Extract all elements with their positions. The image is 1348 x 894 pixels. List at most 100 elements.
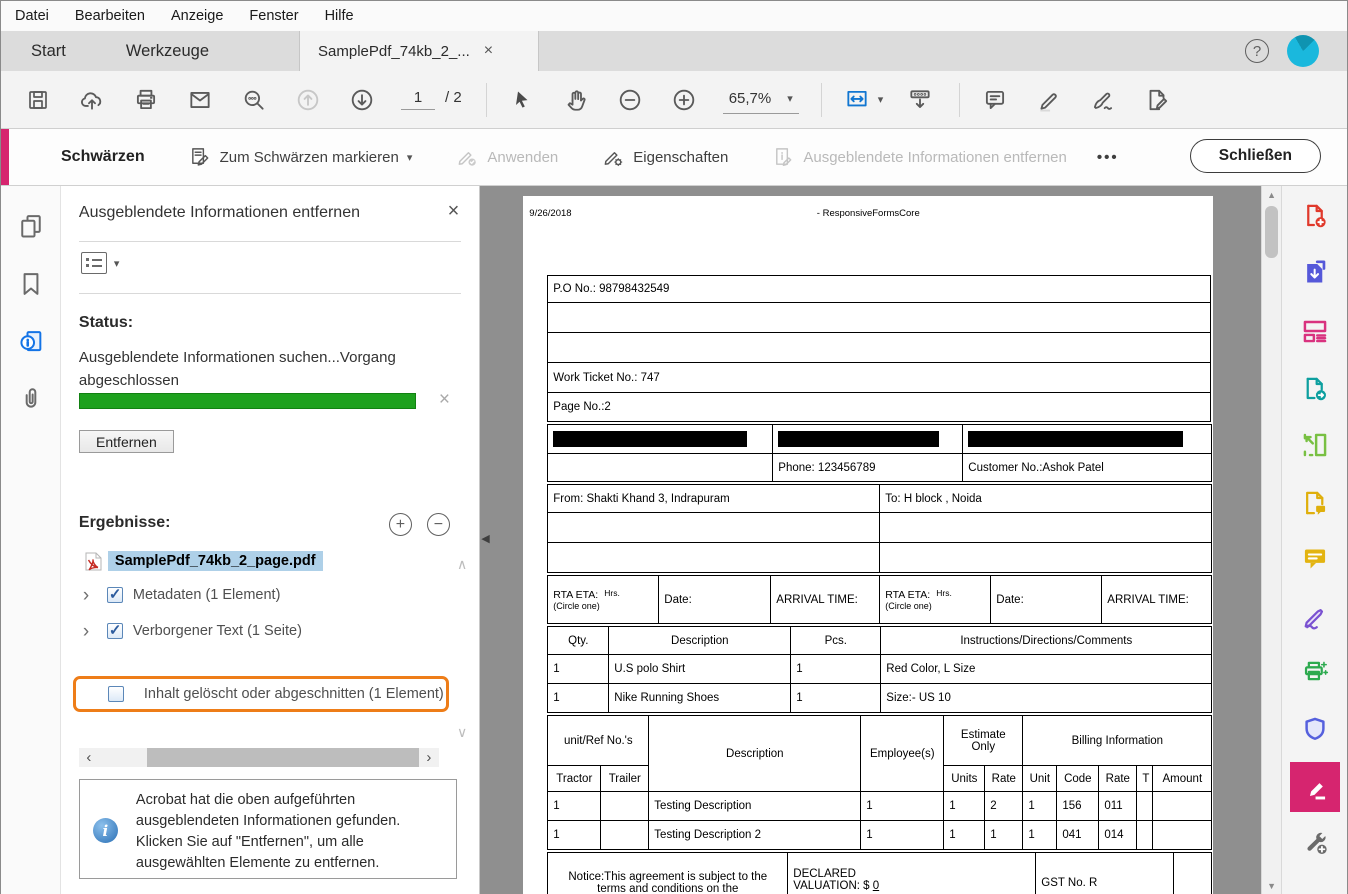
checkbox-unchecked-icon[interactable]: [108, 686, 124, 702]
tree-scroll-up-icon[interactable]: ∧: [457, 556, 467, 573]
panel-title: Ausgeblendete Informationen entfernen: [79, 204, 360, 222]
scroll-right-icon[interactable]: ›: [419, 749, 439, 766]
scroll-up-icon[interactable]: ▲: [1262, 190, 1281, 200]
scrollbar-thumb[interactable]: [1265, 206, 1278, 258]
collapse-all-icon[interactable]: −: [427, 513, 450, 536]
attachments-icon[interactable]: [17, 384, 45, 412]
redact-title: Schwärzen: [61, 148, 145, 166]
menu-bearbeiten[interactable]: Bearbeiten: [75, 8, 145, 24]
fill-sign-icon[interactable]: [1142, 85, 1172, 115]
expander-icon[interactable]: ›: [83, 586, 103, 605]
from-to-table: From: Shakti Khand 3, Indrapuram To: H b…: [547, 484, 1212, 573]
page-number-input[interactable]: 1: [401, 89, 435, 110]
result-item-hidden-text[interactable]: › Verborgener Text (1 Seite): [83, 616, 479, 646]
tree-scroll-down-icon[interactable]: ∨: [457, 724, 467, 741]
result-file-row[interactable]: SamplePdf_74kb_2_page.pdf: [85, 548, 479, 574]
empty-cell: [548, 513, 880, 543]
toolbar-divider: [486, 83, 487, 117]
protect-icon[interactable]: [1301, 715, 1329, 743]
horizontal-scrollbar[interactable]: ‹ ›: [79, 748, 439, 767]
scroll-down-icon[interactable]: ▼: [1262, 881, 1281, 891]
billing-table: unit/Ref No.'s Description Employee(s) E…: [547, 715, 1212, 850]
empty-cell: [1174, 853, 1212, 894]
chevron-down-icon[interactable]: ▾: [878, 93, 884, 106]
share-pdf-icon[interactable]: [1301, 375, 1329, 403]
menu-fenster[interactable]: Fenster: [249, 8, 298, 24]
scan-ocr-icon[interactable]: [1301, 659, 1329, 687]
page-thumbnails-icon[interactable]: [17, 212, 45, 240]
result-item-metadata[interactable]: › Metadaten (1 Element): [83, 580, 479, 610]
comment-tool-icon[interactable]: [1301, 545, 1329, 573]
scroll-left-icon[interactable]: ‹: [79, 749, 99, 766]
menu-datei[interactable]: Datei: [15, 8, 49, 24]
request-comments-icon[interactable]: [1301, 489, 1329, 517]
more-options-icon[interactable]: •••: [1097, 149, 1119, 166]
fill-sign-tool-icon[interactable]: [1301, 602, 1329, 630]
chevron-down-icon: ▾: [407, 151, 413, 164]
zoom-level-control[interactable]: 65,7% ▾: [723, 86, 799, 114]
help-icon[interactable]: ?: [1245, 39, 1269, 63]
fit-width-icon[interactable]: [842, 85, 872, 115]
mark-for-redaction-button[interactable]: Zum Schwärzen markieren ▾: [189, 146, 413, 169]
chevron-down-icon: ▾: [787, 92, 793, 105]
save-icon[interactable]: [23, 85, 53, 115]
menu-anzeige[interactable]: Anzeige: [171, 8, 223, 24]
cloud-upload-icon[interactable]: [77, 85, 107, 115]
pdf-page[interactable]: 9/26/2018 - ResponsiveFormsCore P.O No.:…: [523, 196, 1213, 894]
redact-tool-active-tile[interactable]: [1290, 762, 1340, 812]
scrolling-mode-icon[interactable]: [905, 85, 935, 115]
items-header: Instructions/Directions/Comments: [881, 627, 1212, 655]
zoom-out-icon[interactable]: [615, 85, 645, 115]
arrival-time-cell: ARRIVAL TIME:: [1102, 576, 1212, 624]
sign-icon[interactable]: [1088, 85, 1118, 115]
notice-cell: Notice:This agreement is subject to the …: [548, 853, 788, 894]
create-pdf-icon[interactable]: [1301, 202, 1329, 230]
close-tab-icon[interactable]: ×: [484, 42, 493, 60]
hidden-information-panel-icon[interactable]: [17, 328, 45, 356]
avatar[interactable]: [1287, 35, 1319, 67]
edit-pdf-icon[interactable]: [1301, 317, 1329, 345]
organize-pages-icon[interactable]: [1301, 431, 1329, 459]
billing-row: 1 Testing Description 21 11 1041 014: [548, 821, 1212, 850]
previous-page-icon[interactable]: [293, 85, 323, 115]
highlight-icon[interactable]: [1034, 85, 1064, 115]
pdf-form: P.O No.: 98798432549 Work Ticket No.: 74…: [547, 275, 1211, 894]
close-redact-button[interactable]: Schließen: [1190, 139, 1321, 173]
scrollbar-thumb[interactable]: [147, 748, 419, 767]
expand-all-icon[interactable]: +: [389, 513, 412, 536]
expander-icon[interactable]: ›: [83, 622, 103, 641]
bookmarks-icon[interactable]: [17, 270, 45, 298]
hand-tool-icon[interactable]: [561, 85, 591, 115]
redacted-cell: [773, 425, 963, 454]
document-scrollbar[interactable]: ▲ ▼: [1261, 186, 1281, 894]
items-table: Qty. Description Pcs. Instructions/Direc…: [547, 626, 1212, 713]
email-icon[interactable]: [185, 85, 215, 115]
comment-icon[interactable]: [980, 85, 1010, 115]
cancel-progress-icon[interactable]: ×: [439, 389, 450, 411]
checkbox-checked-icon[interactable]: [107, 587, 123, 603]
tab-werkzeuge[interactable]: Werkzeuge: [96, 31, 239, 71]
zoom-in-icon[interactable]: [669, 85, 699, 115]
content-area: Ausgeblendete Informationen entfernen × …: [1, 186, 1347, 894]
export-pdf-icon[interactable]: [1301, 259, 1329, 287]
results-tree: SamplePdf_74kb_2_page.pdf › Metadaten (1…: [61, 548, 479, 646]
apply-redactions-label: Anwenden: [487, 149, 558, 166]
remove-button[interactable]: Entfernen: [79, 430, 174, 453]
redaction-properties-button[interactable]: Eigenschaften: [602, 146, 728, 169]
print-icon[interactable]: [131, 85, 161, 115]
checkbox-checked-icon[interactable]: [107, 623, 123, 639]
more-tools-icon[interactable]: [1301, 828, 1329, 856]
highlighted-result-item-deleted-content[interactable]: Inhalt gelöscht oder abgeschnitten (1 El…: [73, 676, 449, 712]
page-number-cell: Page No.:2: [548, 393, 1211, 422]
scrollbar-track[interactable]: [99, 748, 419, 767]
panel-close-icon[interactable]: ×: [448, 200, 460, 223]
select-tool-icon[interactable]: [507, 85, 537, 115]
menu-hilfe[interactable]: Hilfe: [325, 8, 354, 24]
search-icon[interactable]: [239, 85, 269, 115]
customer-cell: Customer No.:Ashok Patel: [963, 454, 1212, 482]
tab-start[interactable]: Start: [1, 31, 96, 71]
collapse-panel-icon[interactable]: ◀: [481, 532, 489, 545]
tab-document[interactable]: SamplePdf_74kb_2_... ×: [299, 31, 539, 71]
panel-options-button[interactable]: ▾: [81, 252, 120, 274]
next-page-icon[interactable]: [347, 85, 377, 115]
